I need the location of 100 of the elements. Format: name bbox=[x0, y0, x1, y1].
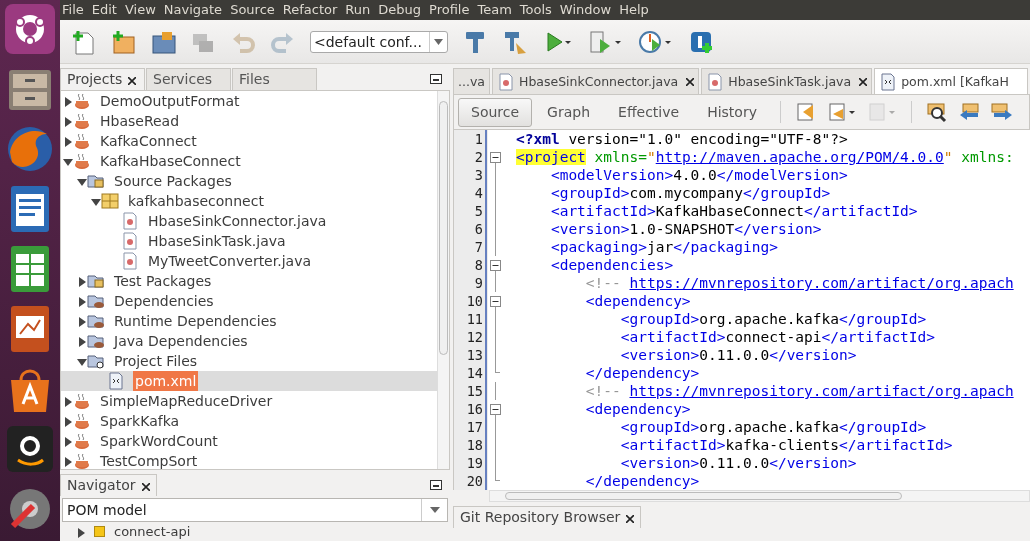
element-value: version="1.0" encoding="UTF-8"?> bbox=[567, 131, 848, 147]
line-number: 9 bbox=[454, 274, 485, 292]
url-link[interactable]: http://maven.apache.org/POM/4.0.0 bbox=[655, 149, 944, 165]
tree-item[interactable]: HbaseSinkTask.java bbox=[61, 231, 437, 251]
view-tab[interactable]: Source bbox=[458, 97, 533, 127]
xml-tag: <packaging> bbox=[516, 239, 647, 255]
element-value: kafka-clients bbox=[725, 437, 839, 453]
tree-item[interactable]: Source Packages bbox=[61, 171, 437, 191]
xml-tag: </artifactId> bbox=[839, 437, 953, 453]
comment-marker: <!-- bbox=[584, 275, 622, 291]
menu-item[interactable]: Run bbox=[345, 0, 371, 20]
xml-tag: </modelVersion> bbox=[716, 167, 848, 183]
xml-tag: <version> bbox=[516, 221, 630, 237]
tree-item[interactable]: MyTweetConverter.java bbox=[61, 251, 437, 271]
menu-item[interactable]: View bbox=[124, 0, 156, 20]
tree-item[interactable]: SparkWordCount bbox=[61, 431, 437, 451]
view-tab[interactable]: Effective bbox=[605, 97, 693, 127]
menu-item[interactable]: Profile bbox=[429, 0, 470, 20]
xml-tag: <dependencies> bbox=[516, 257, 674, 273]
element-value: 0.11.0.0 bbox=[699, 455, 770, 471]
panel-tab[interactable]: Projects bbox=[60, 68, 145, 90]
line-number: 19 bbox=[454, 454, 485, 472]
comment-marker: <!-- bbox=[584, 383, 622, 399]
url-link[interactable]: https://mvnrepository.com/artifact/org.apach bbox=[629, 383, 1014, 399]
panel-tab[interactable]: Services bbox=[146, 68, 231, 90]
panel-tab[interactable]: Files bbox=[232, 68, 317, 90]
view-tab[interactable]: History bbox=[694, 97, 770, 127]
line-number: 12 bbox=[454, 328, 485, 346]
element-value: jar bbox=[646, 239, 674, 255]
tree-item[interactable]: KafkaHbaseConnect bbox=[61, 151, 437, 171]
xml-tag: </packaging> bbox=[673, 239, 778, 255]
menu-item[interactable]: Source bbox=[230, 0, 275, 20]
xml-tag: <groupId> bbox=[516, 419, 700, 435]
tree-item[interactable]: TestCompSort bbox=[61, 451, 437, 471]
tree-item[interactable]: Java Dependencies bbox=[61, 331, 437, 351]
tree-item[interactable]: Dependencies bbox=[61, 291, 437, 311]
xml-tag: <artifactId> bbox=[516, 329, 726, 345]
line-number: 2 bbox=[454, 148, 485, 166]
tree-item[interactable]: HbaseRead bbox=[61, 111, 437, 131]
tree-item[interactable]: connect-api bbox=[60, 524, 450, 539]
attribute-name: xmlns= bbox=[593, 149, 647, 165]
line-number: 17 bbox=[454, 418, 485, 436]
processing-instruction: <?xml bbox=[516, 131, 560, 147]
xml-tag: <groupId> bbox=[516, 311, 700, 327]
menu-item[interactable]: Debug bbox=[378, 0, 422, 20]
tree-item[interactable]: DemoOutputFormat bbox=[61, 91, 437, 111]
menu-item[interactable]: Navigate bbox=[163, 0, 223, 20]
line-number: 20 bbox=[454, 472, 485, 490]
xml-tag: </groupId> bbox=[839, 311, 927, 327]
element-value: 4.0.0 bbox=[673, 167, 717, 183]
view-tab[interactable]: Graph bbox=[534, 97, 604, 127]
line-number: 4 bbox=[454, 184, 485, 202]
line-number: 10 bbox=[454, 292, 485, 310]
line-number: 15 bbox=[454, 382, 485, 400]
menu-item[interactable]: Team bbox=[477, 0, 512, 20]
tree-item[interactable]: Test Packages bbox=[61, 271, 437, 291]
xml-tag: <version> bbox=[516, 455, 700, 471]
highlighted-tag: <project bbox=[516, 149, 586, 165]
tree-item[interactable]: KafkaConnect bbox=[61, 131, 437, 151]
editor-tab[interactable]: HbaseSinkConnector.java bbox=[492, 68, 700, 94]
panel-tab[interactable]: Navigator bbox=[60, 474, 157, 496]
line-number: 6 bbox=[454, 220, 485, 238]
panel-tab[interactable]: Git Repository Browser bbox=[453, 506, 642, 528]
xml-tag: <dependency> bbox=[516, 293, 691, 309]
menu-item[interactable]: Help bbox=[619, 0, 649, 20]
config-dropdown[interactable]: <default conf... bbox=[310, 30, 448, 53]
menu-item[interactable]: File bbox=[62, 0, 84, 20]
xml-tag: </version> bbox=[734, 221, 822, 237]
xml-tag: </artifactId> bbox=[821, 329, 936, 345]
editor-tab[interactable]: ...va bbox=[453, 68, 490, 94]
attribute-name: xmlns: bbox=[960, 149, 1014, 165]
view-dropdown[interactable]: POM model bbox=[62, 498, 448, 522]
element-value: 0.11.0.0 bbox=[699, 347, 770, 363]
xml-tag: <version> bbox=[516, 347, 700, 363]
element-value: com.mycompany bbox=[629, 185, 743, 201]
element-value: KafkaHbaseConnect bbox=[655, 203, 805, 219]
menu-item[interactable]: Window bbox=[559, 0, 612, 20]
line-number: 16 bbox=[454, 400, 485, 418]
menu-item[interactable]: Refactor bbox=[282, 0, 338, 20]
url-link[interactable]: https://mvnrepository.com/artifact/org.apach bbox=[629, 275, 1014, 291]
element-value: connect-api bbox=[725, 329, 822, 345]
xml-tag: </groupId> bbox=[743, 185, 831, 201]
xml-tag: </dependency> bbox=[516, 365, 700, 381]
line-number: 13 bbox=[454, 346, 485, 364]
tree-item[interactable]: Runtime Dependencies bbox=[61, 311, 437, 331]
tree-item[interactable]: kafkahbaseconnect bbox=[61, 191, 437, 211]
editor-tab[interactable]: pom.xml [KafkaH bbox=[874, 68, 1028, 94]
tree-item[interactable]: SparkKafka bbox=[61, 411, 437, 431]
attribute-quote: " bbox=[943, 149, 953, 165]
menu-item[interactable]: Edit bbox=[91, 0, 117, 20]
menu-item[interactable]: Tools bbox=[519, 0, 552, 20]
xml-tag: <artifactId> bbox=[516, 203, 656, 219]
element-value: 1.0-SNAPSHOT bbox=[629, 221, 735, 237]
xml-tag: </artifactId> bbox=[804, 203, 918, 219]
tree-item[interactable]: HbaseSinkConnector.java bbox=[61, 211, 437, 231]
tree-item[interactable]: Project Files bbox=[61, 351, 437, 371]
tree-item[interactable]: SimpleMapReduceDriver bbox=[61, 391, 437, 411]
xml-tag: </version> bbox=[769, 347, 857, 363]
editor-tab[interactable]: HbaseSinkTask.java bbox=[701, 68, 873, 94]
element-value: org.apache.kafka bbox=[699, 311, 839, 327]
